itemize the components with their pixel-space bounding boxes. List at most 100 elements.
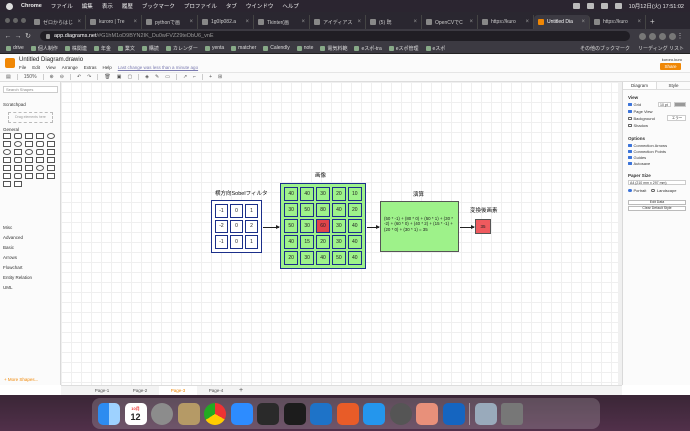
shadow-option[interactable]: Shadow [628, 123, 648, 128]
calc-to-result-arrow[interactable] [460, 225, 475, 229]
kernel-to-image-arrow[interactable] [263, 225, 280, 229]
kernel-cell[interactable]: 0 [230, 235, 243, 249]
zoom-out-icon[interactable]: ⊖ [60, 74, 64, 80]
close-tab-icon[interactable]: × [469, 19, 473, 25]
connection-arrows-option[interactable]: Connection Arrows [628, 143, 667, 148]
trash-icon[interactable] [501, 402, 523, 425]
sobel-kernel-grid[interactable]: -1 0 1 -2 0 2 -1 0 1 [211, 200, 262, 253]
forward-arrow-icon[interactable]: → [14, 33, 22, 40]
landscape-radio[interactable] [651, 188, 655, 193]
circle-shape[interactable] [14, 141, 22, 147]
more-menu-icon[interactable]: ⋮ [676, 32, 684, 40]
terminal-icon[interactable] [257, 402, 279, 425]
connection-icon[interactable]: ↗ [183, 74, 187, 80]
menu-file[interactable]: File [19, 65, 26, 70]
paper-size-select[interactable]: A4 (210 mm x 297 mm) [628, 180, 686, 185]
section-misc[interactable]: Misc [3, 225, 12, 230]
menu-edit[interactable]: Edit [32, 65, 40, 70]
bookmark-item[interactable]: 購読 [141, 45, 159, 52]
browser-tab[interactable]: 1g0Ip082.a × [198, 15, 254, 29]
calc-label[interactable]: 演算 [413, 190, 424, 198]
menu-app-name[interactable]: Chrome [21, 3, 42, 9]
image-cell[interactable]: 40 [299, 187, 315, 202]
finder-icon[interactable] [98, 402, 120, 425]
section-flowchart[interactable]: Flowchart [3, 265, 23, 270]
cube-shape[interactable] [14, 157, 22, 163]
section-advanced[interactable]: Advanced [3, 235, 23, 240]
dashed-line-shape[interactable] [36, 173, 44, 179]
section-entity-relation[interactable]: Entity Relation [3, 275, 32, 280]
and-shape[interactable] [3, 173, 11, 179]
image-cell[interactable]: 40 [347, 218, 362, 234]
image-cell[interactable]: 20 [284, 250, 299, 265]
browser-tab[interactable]: ゼロからはじ × [30, 15, 86, 29]
kernel-cell[interactable]: 0 [230, 204, 243, 218]
vscode-icon[interactable] [310, 402, 332, 425]
notes-icon[interactable] [177, 402, 200, 425]
result-pixel[interactable]: 35 [475, 219, 491, 234]
battery-icon[interactable] [572, 3, 580, 9]
image-cell[interactable]: 30 [284, 202, 299, 218]
parallelogram-shape[interactable] [47, 141, 55, 147]
browser-tab[interactable]: OpenCVでC × [422, 15, 478, 29]
menu-item[interactable]: ブックマーク [142, 2, 175, 10]
note-shape[interactable] [3, 165, 11, 171]
kernel-label[interactable]: 横方向Sobelフィルタ [215, 189, 267, 197]
connector-shape[interactable] [14, 181, 22, 187]
grid-checkbox[interactable] [628, 102, 632, 107]
image-cell[interactable]: 30 [315, 187, 331, 202]
image-cell[interactable]: 50 [284, 218, 299, 234]
grid-option[interactable]: Grid [628, 102, 641, 107]
menu-item[interactable]: プロファイル [184, 2, 217, 10]
page-view-option[interactable]: Page View [628, 109, 653, 114]
bookmark-item[interactable]: matcher [231, 45, 256, 51]
guides-checkbox[interactable] [628, 155, 632, 160]
bookmark-item[interactable]: 株関連 [64, 45, 87, 52]
document-shape[interactable] [47, 149, 55, 155]
page-tab[interactable]: Page-2 [121, 388, 159, 393]
close-tab-icon[interactable]: × [301, 19, 305, 25]
menu-extras[interactable]: Extras [84, 65, 97, 70]
autosave-checkbox[interactable] [628, 161, 632, 166]
image-cell[interactable]: 40 [347, 250, 362, 265]
triangle-shape[interactable] [14, 149, 22, 155]
image-cell[interactable]: 10 [347, 187, 362, 202]
profile-avatar-icon[interactable] [669, 32, 676, 40]
shadow-icon[interactable]: ▭ [165, 74, 170, 80]
calculation-box[interactable]: (50 * -1) + (80 * 0) + (50 * 1) + (30 * … [380, 201, 459, 252]
line-shape[interactable] [25, 173, 33, 179]
preview-icon[interactable] [416, 402, 438, 425]
menu-item[interactable]: 編集 [82, 2, 93, 10]
actor-shape[interactable] [36, 165, 44, 171]
bookmark-item[interactable]: 個人制作 [30, 45, 58, 52]
callout-shape[interactable] [25, 165, 33, 171]
diamond-shape[interactable] [36, 141, 44, 147]
section-uml[interactable]: UML [3, 285, 13, 290]
kernel-cell[interactable]: 2 [245, 219, 258, 234]
image-to-calc-arrow[interactable] [367, 225, 380, 229]
grid-size-input[interactable]: 10 pt [658, 102, 671, 107]
screenshot-icon[interactable] [474, 402, 497, 425]
image-cell[interactable]: 50 [331, 250, 347, 265]
menu-clock[interactable]: 10月12日(火) 17:51:02 [629, 2, 684, 10]
image-cell[interactable]: 30 [299, 218, 315, 234]
control-center-icon[interactable] [614, 3, 622, 9]
image-cell[interactable]: 15 [299, 234, 315, 250]
guides-option[interactable]: Guides [628, 155, 646, 160]
system-preferences-icon[interactable] [151, 402, 173, 425]
scratchpad-drop-area[interactable]: Drag elements here [8, 112, 53, 123]
step-shape[interactable] [25, 157, 33, 163]
docker-icon[interactable] [363, 402, 385, 425]
connection-points-checkbox[interactable] [628, 149, 632, 154]
menu-item[interactable]: ウインドウ [246, 2, 274, 10]
background-option[interactable]: Background [628, 116, 655, 121]
chrome-icon[interactable] [204, 402, 226, 425]
page-view-checkbox[interactable] [628, 109, 632, 114]
image-cell[interactable]: 40 [284, 234, 299, 250]
to-front-icon[interactable]: ▣ [117, 74, 122, 80]
tab-style[interactable]: Style [657, 82, 690, 89]
last-saved-link[interactable]: Last change was less than a minute ago [118, 65, 198, 70]
link-shape[interactable] [3, 181, 11, 187]
bookmark-item[interactable]: 業文 [117, 45, 135, 52]
kernel-cell[interactable]: -2 [215, 219, 228, 234]
